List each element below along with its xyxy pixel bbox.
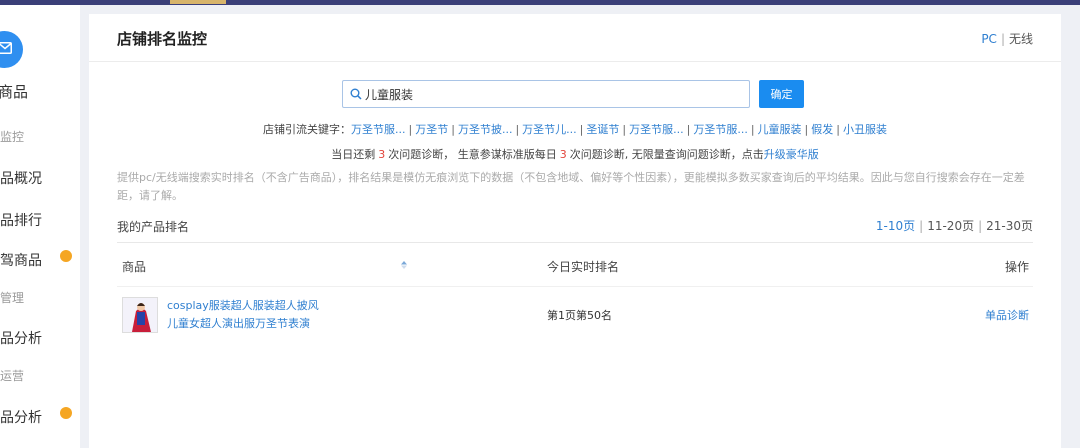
quota-text: 当日还剩 (331, 148, 376, 161)
keyword-link[interactable]: 儿童服装 (758, 123, 802, 136)
diagnosis-quota-notice: 当日还剩 3 次问题诊断， 生意参谋标准版每日 3 次问题诊断, 无限量查询问题诊断，点… (89, 146, 1061, 162)
top-bar-active-indicator (170, 0, 226, 4)
panel-header: 店铺排名监控 PC | 无线 (89, 14, 1061, 62)
platform-wireless-tab[interactable]: 无线 (1009, 32, 1033, 46)
product-title-line: cosplay服装超人服装超人披风 (167, 299, 319, 312)
page-range-selector: 1-10页 | 11-20页 | 21-30页 (876, 217, 1033, 234)
sidebar-item-analysis-2[interactable]: 品分析 (0, 407, 42, 427)
product-thumbnail[interactable] (122, 297, 158, 333)
sidebar-group-label: 监控 (0, 130, 25, 144)
realtime-rank-value: 第1页第50名 (547, 309, 612, 322)
platform-separator: | (1000, 32, 1005, 46)
quota-text: 次问题诊断， 生意参谋标准版每日 (388, 148, 557, 161)
keyword-link[interactable]: 万圣节服... (693, 123, 748, 136)
page-range-link[interactable]: 1-10页 (876, 219, 915, 233)
quota-text: 次问题诊断, 无限量查询问题诊断，点击 (569, 148, 764, 161)
sidebar-item-analysis[interactable]: 品分析 (0, 328, 42, 348)
product-title-link[interactable]: cosplay服装超人服装超人披风 儿童女超人演出服万圣节表演 (167, 297, 357, 333)
page-separator: | (978, 219, 983, 233)
quota-count: 3 (378, 148, 386, 161)
keyword-link[interactable]: 圣诞节 (586, 123, 619, 136)
platform-pc-tab[interactable]: PC (981, 32, 997, 46)
keywords-label: 店铺引流关键字： (263, 123, 352, 136)
search-box[interactable] (342, 80, 750, 108)
top-bar (0, 0, 1080, 5)
page-separator: | (919, 219, 924, 233)
sidebar-group-label: 运营 (0, 369, 25, 383)
section-title: 我的产品排名 (117, 220, 190, 234)
sidebar-item-ranking[interactable]: 品排行 (0, 210, 42, 230)
keyword-link[interactable]: 万圣节儿... (522, 123, 577, 136)
column-header-product: 商品 (122, 260, 147, 274)
keyword-link[interactable]: 万圣节服... (629, 123, 684, 136)
sidebar-group-label: 管理 (0, 291, 25, 305)
keyword-link[interactable]: 小丑服装 (843, 123, 887, 136)
confirm-button[interactable]: 确定 (759, 80, 804, 108)
column-header-action: 操作 (1004, 260, 1029, 274)
keyword-link[interactable]: 万圣节 (415, 123, 448, 136)
search-input[interactable] (365, 81, 745, 107)
main-panel: 店铺排名监控 PC|无线 确定 店铺引流关键字：万圣节服...|万圣节|万圣节披… (89, 14, 1061, 448)
sidebar-item-products[interactable]: 驾商品 (0, 250, 42, 270)
sidebar: 商品 监控 品概况 品排行 驾商品 管理 品分析 运营 品分析 (0, 5, 80, 448)
quota-count: 3 (559, 148, 567, 161)
sidebar-item-overview[interactable]: 品概况 (0, 168, 42, 188)
platform-switch: PC | 无线 (981, 30, 1033, 47)
sort-icon[interactable] (400, 260, 408, 270)
keyword-link[interactable]: 万圣节披... (458, 123, 513, 136)
keyword-link[interactable]: 万圣节服... (351, 123, 406, 136)
keyword-link[interactable]: 假发 (811, 123, 833, 136)
page-title: 店铺排名监控 (117, 30, 208, 48)
upgrade-link[interactable]: 升级豪华版 (764, 148, 819, 161)
mail-icon[interactable] (0, 31, 23, 68)
divider (117, 286, 1033, 287)
divider (117, 242, 1033, 243)
product-title-line: 儿童女超人演出服万圣节表演 (167, 317, 310, 330)
notification-dot (60, 250, 72, 262)
ranking-disclaimer: 提供pc/无线端搜索实时排名（不含广告商品），排名结果是模仿无痕浏览下的数据（不… (117, 171, 1025, 202)
notification-dot (60, 407, 72, 419)
sidebar-category-label: 商品 (0, 83, 29, 101)
column-header-realtime-rank: 今日实时排名 (547, 260, 620, 274)
diagnose-button[interactable]: 单品诊断 (985, 307, 1029, 323)
page-range-link[interactable]: 11-20页 (927, 219, 974, 233)
search-icon (350, 88, 362, 100)
page-range-link[interactable]: 21-30页 (986, 219, 1033, 233)
traffic-keywords: 店铺引流关键字：万圣节服... | 万圣节 | 万圣节披... | 万圣节儿... | 圣诞节 |… (263, 123, 887, 136)
